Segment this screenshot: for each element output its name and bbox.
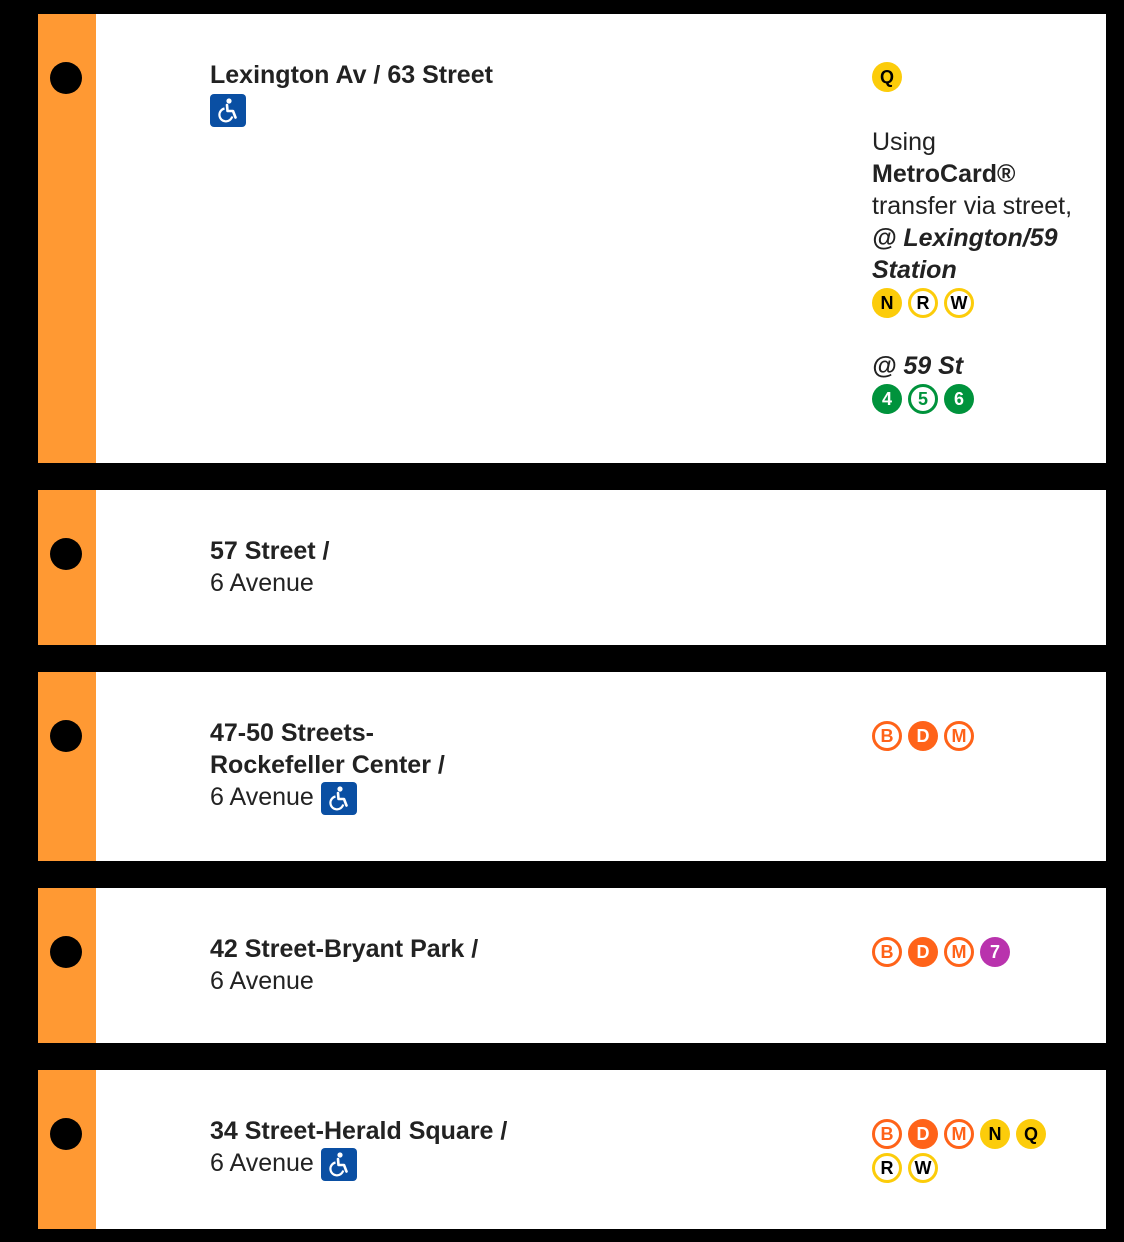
line-stripe bbox=[38, 672, 96, 861]
transfer-text-metrocard: MetroCard® bbox=[872, 160, 1016, 188]
station-name-avenue: 6 Avenue bbox=[210, 967, 314, 995]
route-bullet-7[interactable]: 7 bbox=[980, 937, 1010, 967]
route-bullet-m[interactable]: M bbox=[944, 1119, 974, 1149]
route-bullet-w[interactable]: W bbox=[944, 288, 974, 318]
wheelchair-icon bbox=[210, 93, 246, 127]
route-bullet-b[interactable]: B bbox=[872, 1119, 902, 1149]
route-bullet-q[interactable]: Q bbox=[1016, 1119, 1046, 1149]
station-name-avenue: 6 Avenue bbox=[210, 569, 314, 597]
transfer-station-lexington-59: @ Lexington/59 Station bbox=[872, 222, 1102, 286]
route-bullet-5[interactable]: 5 bbox=[908, 384, 938, 414]
at-symbol: @ bbox=[872, 352, 897, 380]
route-bullet-n[interactable]: N bbox=[872, 288, 902, 318]
service-bullets-2: R W bbox=[872, 1151, 1102, 1185]
station-row-34-herald-square[interactable]: 34 Street-Herald Square / 6 Avenue B D M… bbox=[38, 1070, 1106, 1229]
transfer-bullets-59-st: 4 5 6 bbox=[872, 382, 1102, 416]
station-name-bold: 34 Street-Herald Square / bbox=[210, 1117, 508, 1145]
transfer-bullets-lexington-59: N R W bbox=[872, 286, 1102, 320]
station-name-bold-2: Rockefeller Center / bbox=[210, 751, 445, 779]
station-name-bold: 47-50 Streets- bbox=[210, 719, 374, 747]
route-bullet-d[interactable]: D bbox=[908, 721, 938, 751]
station-dot-icon bbox=[50, 720, 82, 752]
wheelchair-icon bbox=[320, 1147, 357, 1181]
transfer-info: B D M N Q R W bbox=[872, 1117, 1102, 1185]
route-bullet-b[interactable]: B bbox=[872, 721, 902, 751]
station-row-lexington-63[interactable]: Lexington Av / 63 Street Q Using MetroCa… bbox=[38, 14, 1106, 463]
route-bullet-r[interactable]: R bbox=[908, 288, 938, 318]
route-bullet-n[interactable]: N bbox=[980, 1119, 1010, 1149]
service-bullets: B D M bbox=[872, 719, 1102, 753]
station-dot-icon bbox=[50, 62, 82, 94]
at-symbol: @ bbox=[872, 224, 897, 252]
route-bullet-m[interactable]: M bbox=[944, 937, 974, 967]
route-bullet-q[interactable]: Q bbox=[872, 62, 902, 92]
station-row-57-street[interactable]: 57 Street / 6 Avenue bbox=[38, 490, 1106, 645]
station-dot-icon bbox=[50, 538, 82, 570]
wheelchair-icon bbox=[320, 781, 357, 815]
transfer-station-name: Lexington/59 Station bbox=[872, 224, 1058, 284]
station-name-bold: Lexington Av / 63 Street bbox=[210, 61, 493, 89]
station-name: 34 Street-Herald Square / 6 Avenue bbox=[210, 1115, 507, 1181]
station-dot-icon bbox=[50, 936, 82, 968]
transfer-station-59-st: @ 59 St bbox=[872, 350, 1102, 382]
transfer-info: B D M bbox=[872, 719, 1102, 753]
station-name: 57 Street / 6 Avenue bbox=[210, 535, 330, 599]
route-bullet-6[interactable]: 6 bbox=[944, 384, 974, 414]
route-bullet-d[interactable]: D bbox=[908, 1119, 938, 1149]
transfer-info: B D M 7 bbox=[872, 935, 1102, 969]
station-name-bold: 57 Street / bbox=[210, 537, 330, 565]
station-dot-icon bbox=[50, 1118, 82, 1150]
station-row-47-50-rockefeller[interactable]: 47-50 Streets- Rockefeller Center / 6 Av… bbox=[38, 672, 1106, 861]
station-name-avenue: 6 Avenue bbox=[210, 783, 314, 811]
route-bullet-m[interactable]: M bbox=[944, 721, 974, 751]
station-name: 42 Street-Bryant Park / 6 Avenue bbox=[210, 933, 478, 997]
transfer-text-using: Using bbox=[872, 128, 936, 156]
route-bullet-b[interactable]: B bbox=[872, 937, 902, 967]
route-bullet-4[interactable]: 4 bbox=[872, 384, 902, 414]
route-bullet-d[interactable]: D bbox=[908, 937, 938, 967]
station-name: Lexington Av / 63 Street bbox=[210, 59, 493, 127]
transfer-info: Q Using MetroCard® transfer via street, … bbox=[872, 60, 1102, 416]
service-bullets: B D M 7 bbox=[872, 935, 1102, 969]
station-row-42-bryant-park[interactable]: 42 Street-Bryant Park / 6 Avenue B D M 7 bbox=[38, 888, 1106, 1043]
service-bullets: Q bbox=[872, 60, 1102, 94]
route-bullet-r[interactable]: R bbox=[872, 1153, 902, 1183]
transfer-text-via-street: transfer via street, bbox=[872, 192, 1073, 220]
station-name: 47-50 Streets- Rockefeller Center / 6 Av… bbox=[210, 717, 445, 815]
station-name-avenue: 6 Avenue bbox=[210, 1149, 314, 1177]
station-name-bold: 42 Street-Bryant Park / bbox=[210, 935, 479, 963]
route-bullet-w[interactable]: W bbox=[908, 1153, 938, 1183]
transfer-station-name: 59 St bbox=[903, 352, 964, 380]
service-bullets: B D M N Q bbox=[872, 1117, 1102, 1151]
